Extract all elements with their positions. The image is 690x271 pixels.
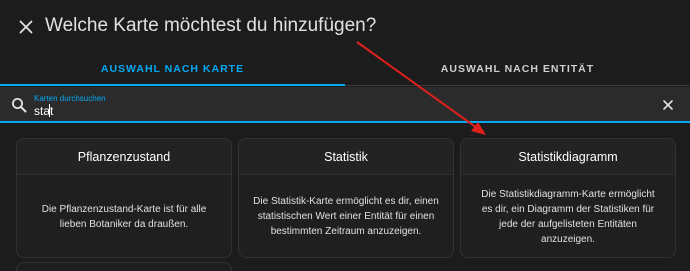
clear-icon	[663, 100, 673, 110]
search-icon	[12, 98, 27, 113]
card-statistic[interactable]: Statistik Die Statistik-Karte ermöglicht…	[238, 138, 454, 258]
card-description: Die Statistikdiagramm-Karte ermöglicht e…	[481, 188, 655, 245]
card-title: Pflanzenzustand	[17, 139, 231, 175]
dialog-header: Welche Karte möchtest du hinzufügen?	[0, 0, 690, 56]
close-button[interactable]	[12, 13, 40, 41]
tab-bar: AUSWAHL NACH KARTE AUSWAHL NACH ENTITÄT	[0, 52, 690, 86]
card-plant-status[interactable]: Pflanzenzustand Die Pflanzenzustand-Kart…	[16, 138, 232, 258]
text-caret	[49, 104, 50, 117]
clear-search-button[interactable]	[660, 97, 676, 113]
card-title: Statistik	[239, 139, 453, 175]
tab-by-card[interactable]: AUSWAHL NACH KARTE	[0, 52, 345, 86]
add-card-dialog: Welche Karte möchtest du hinzufügen? AUS…	[0, 0, 690, 271]
card-title: Statistikdiagramm	[461, 139, 675, 175]
card-statistics-graph[interactable]: Statistikdiagramm Die Statistikdiagramm-…	[460, 138, 676, 258]
search-input[interactable]	[34, 103, 634, 119]
search-field[interactable]: Karten durchsuchen	[0, 87, 690, 123]
dialog-title: Welche Karte möchtest du hinzufügen?	[45, 15, 377, 36]
search-label: Karten durchsuchen	[34, 94, 106, 103]
card-partial[interactable]	[16, 262, 232, 271]
tab-by-entity[interactable]: AUSWAHL NACH ENTITÄT	[345, 52, 690, 85]
card-description: Die Statistik-Karte ermöglicht es dir, e…	[253, 196, 439, 237]
card-description: Die Pflanzenzustand-Karte ist für alle l…	[41, 203, 207, 230]
close-icon	[19, 20, 33, 34]
